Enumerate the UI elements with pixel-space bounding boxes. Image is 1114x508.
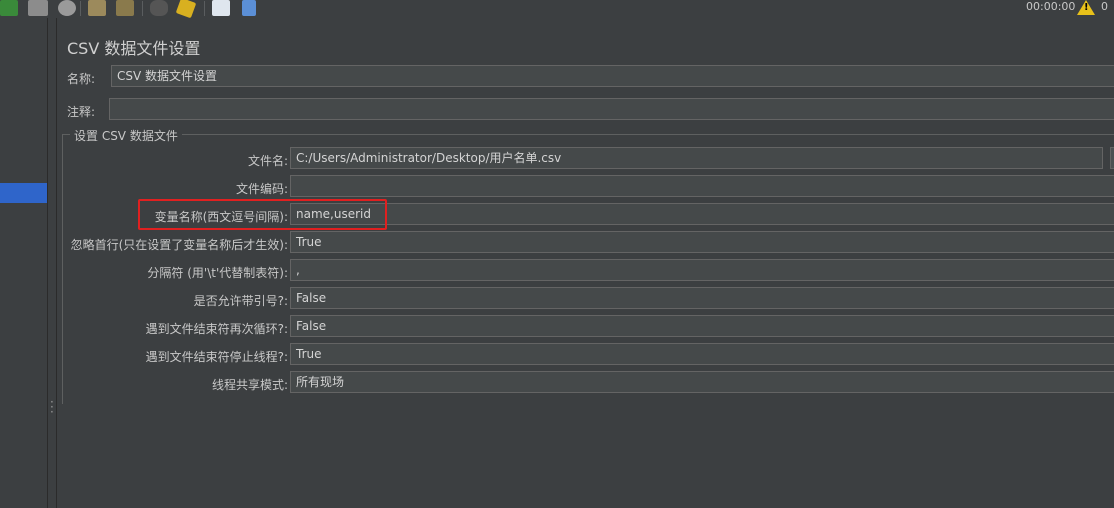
- highlight-annotation: [138, 199, 387, 230]
- sharing-mode-select[interactable]: 所有现场: [290, 371, 1114, 393]
- delimiter-field[interactable]: ,: [290, 259, 1114, 281]
- run-no-pause-icon[interactable]: [0, 0, 18, 16]
- test-plan-tree[interactable]: [0, 18, 48, 508]
- name-field[interactable]: CSV 数据文件设置: [111, 65, 1114, 87]
- comment-label: 注释:: [67, 105, 96, 119]
- variable-names-field[interactable]: name,userid: [290, 203, 1114, 225]
- shutdown-icon[interactable]: [58, 0, 76, 16]
- clear-icon[interactable]: [88, 0, 106, 16]
- group-title: 设置 CSV 数据文件: [70, 127, 182, 144]
- toolbar: 00:00:00 ! 0: [0, 0, 1114, 19]
- comment-field[interactable]: [109, 98, 1114, 120]
- ignore-first-line-label: 忽略首行(只在设置了变量名称后才生效):: [70, 238, 288, 252]
- search-icon[interactable]: [150, 0, 168, 16]
- elapsed-timer: 00:00:00: [1026, 0, 1076, 13]
- stop-thread-on-eof-label: 遇到文件结束符停止线程?:: [145, 350, 288, 364]
- stop-thread-on-eof-select[interactable]: True: [290, 343, 1114, 365]
- reset-search-icon[interactable]: [175, 0, 197, 19]
- warning-mark: !: [1084, 2, 1089, 13]
- help-icon[interactable]: [242, 0, 256, 16]
- split-pane-divider[interactable]: [48, 18, 57, 508]
- toolbar-separator: [80, 1, 81, 16]
- page-title: CSV 数据文件设置: [67, 39, 201, 58]
- delimiter-label: 分隔符 (用'\t'代替制表符):: [147, 266, 288, 280]
- splitter-grip-icon[interactable]: · · ·: [50, 396, 54, 418]
- warning-count: 0: [1101, 0, 1108, 13]
- filename-label: 文件名:: [247, 154, 288, 168]
- browse-button[interactable]: [1110, 147, 1114, 169]
- tree-selected-item[interactable]: [0, 183, 47, 203]
- allow-quoted-select[interactable]: False: [290, 287, 1114, 309]
- stop-icon[interactable]: [28, 0, 48, 16]
- ignore-first-line-select[interactable]: True: [290, 231, 1114, 253]
- allow-quoted-label: 是否允许带引号?:: [193, 294, 288, 308]
- function-helper-icon[interactable]: [212, 0, 230, 16]
- sharing-mode-label: 线程共享模式:: [211, 378, 288, 392]
- name-label: 名称:: [67, 72, 96, 86]
- recycle-on-eof-label: 遇到文件结束符再次循环?:: [145, 322, 288, 336]
- toolbar-separator: [142, 1, 143, 16]
- encoding-field[interactable]: [290, 175, 1114, 197]
- filename-field[interactable]: C:/Users/Administrator/Desktop/用户名单.csv: [290, 147, 1103, 169]
- toolbar-separator: [204, 1, 205, 16]
- recycle-on-eof-select[interactable]: False: [290, 315, 1114, 337]
- encoding-label: 文件编码:: [235, 182, 288, 196]
- clear-all-icon[interactable]: [116, 0, 134, 16]
